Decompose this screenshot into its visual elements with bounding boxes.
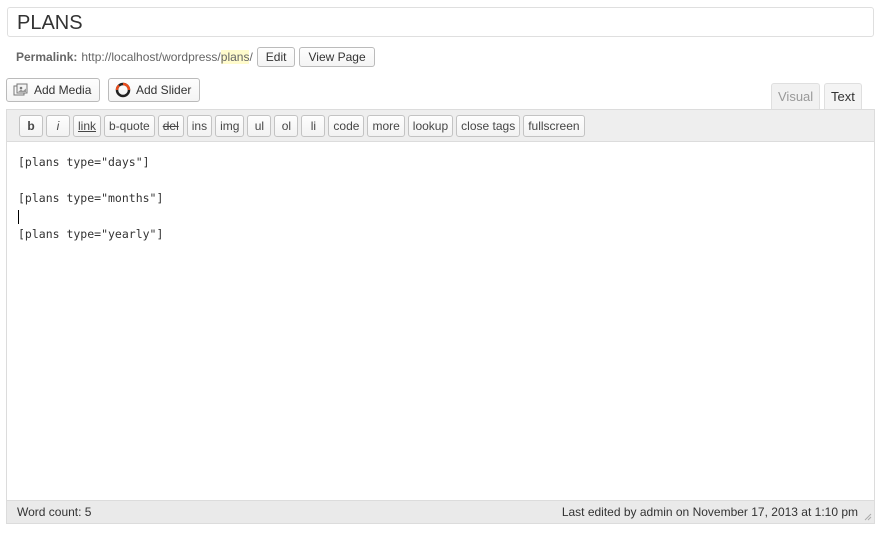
qt-bold-button[interactable]: b	[19, 114, 43, 137]
permalink-label: Permalink:	[16, 50, 78, 64]
resize-handle-icon[interactable]	[862, 511, 872, 521]
qt-img-button[interactable]: img	[215, 114, 245, 137]
qt-ins-button[interactable]: ins	[186, 114, 213, 137]
qt-code-button[interactable]: code	[328, 114, 365, 137]
tab-text[interactable]: Text	[824, 83, 862, 110]
last-edited: Last edited by admin on November 17, 201…	[561, 505, 858, 519]
permalink-trailing-slash: /	[249, 50, 253, 64]
post-title-input[interactable]: PLANS	[7, 7, 874, 37]
text-cursor	[18, 209, 19, 224]
word-count: Word count: 5	[17, 505, 92, 519]
qt-blockquote-button[interactable]: b-quote	[104, 114, 155, 137]
permalink-row: Permalink: http://localhost/wordpress/pl…	[16, 46, 375, 68]
content-line: [plans type="months"]	[18, 191, 164, 205]
editor-statusbar: Word count: 5 Last edited by admin on No…	[7, 500, 874, 523]
qt-link-button[interactable]: link	[73, 114, 102, 137]
permalink-url-base: http://localhost/wordpress/	[81, 50, 221, 64]
post-editor-page: PLANS Permalink: http://localhost/wordpr…	[0, 0, 887, 537]
view-page-button[interactable]: View Page	[299, 47, 375, 67]
add-media-button[interactable]: Add Media	[6, 78, 101, 102]
qt-more-button[interactable]: more	[367, 114, 405, 137]
add-slider-label: Add Slider	[136, 83, 192, 97]
content-line: [plans type="days"]	[18, 155, 150, 169]
content-textarea[interactable]: [plans type="days"] [plans type="months"…	[18, 153, 163, 243]
qt-ol-button[interactable]: ol	[274, 114, 299, 137]
add-media-label: Add Media	[34, 83, 92, 97]
qt-lookup-button[interactable]: lookup	[407, 114, 454, 137]
slider-icon	[115, 82, 131, 98]
add-slider-button[interactable]: Add Slider	[108, 78, 201, 102]
content-line	[18, 171, 163, 189]
media-icon	[13, 83, 29, 97]
qt-fullscreen-button[interactable]: fullscreen	[523, 114, 585, 137]
content-line-cursor	[18, 207, 163, 225]
permalink-slug[interactable]: plans	[220, 50, 250, 64]
text-editor: b i link b-quote del ins img ul ol li co…	[6, 109, 875, 524]
content-line: [plans type="yearly"]	[18, 227, 164, 241]
quicktags-toolbar: b i link b-quote del ins img ul ol li co…	[7, 110, 874, 142]
qt-close-tags-button[interactable]: close tags	[456, 114, 521, 137]
qt-del-button[interactable]: del	[157, 114, 184, 137]
tab-visual[interactable]: Visual	[771, 83, 821, 109]
qt-li-button[interactable]: li	[301, 114, 326, 137]
qt-ul-button[interactable]: ul	[247, 114, 272, 137]
qt-italic-button[interactable]: i	[46, 114, 70, 137]
edit-permalink-button[interactable]: Edit	[256, 47, 296, 67]
